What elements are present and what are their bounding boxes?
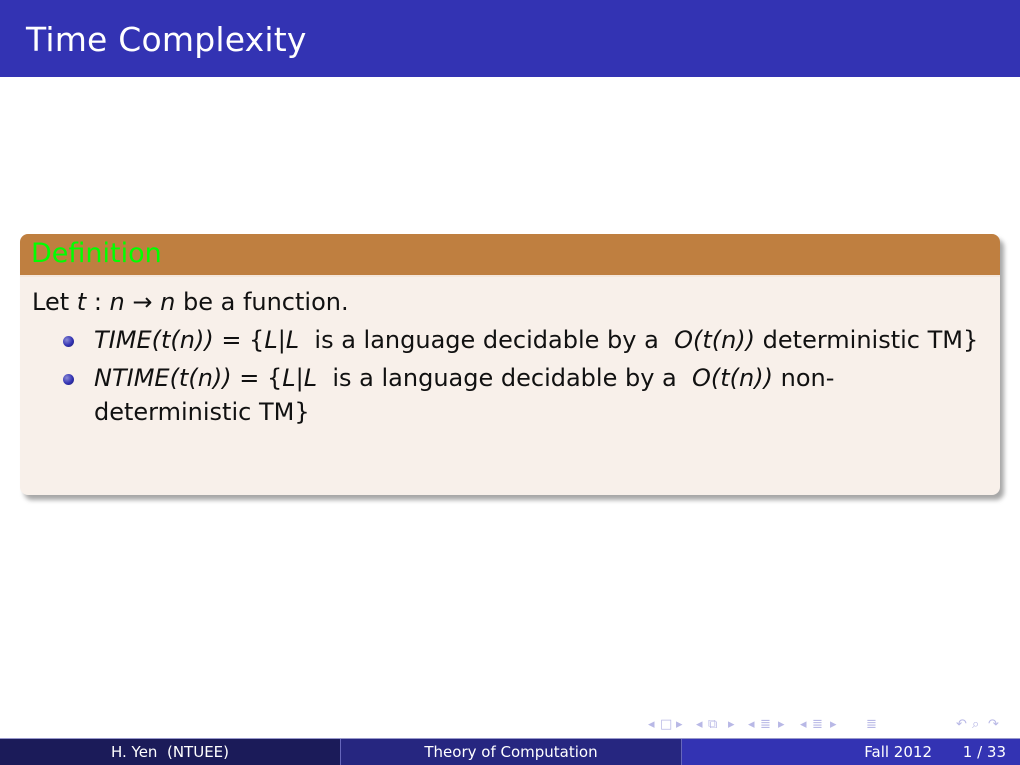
set-variable: L|L xyxy=(264,326,300,354)
footer-date-page-section: Fall 2012 1 / 33 xyxy=(682,739,1020,765)
definition-block-header: Definition xyxy=(20,234,1000,277)
footer-date: Fall 2012 xyxy=(864,743,932,761)
equals-brace: = { xyxy=(231,364,283,392)
frame-icon[interactable]: ⧉ xyxy=(708,717,717,732)
search-icon[interactable]: ⌕ xyxy=(972,717,979,732)
set-description: is a language decidable by a xyxy=(317,364,693,392)
slide-title: Time Complexity xyxy=(26,20,307,59)
slide-icon[interactable]: □ xyxy=(660,717,672,732)
intro-prefix: Let xyxy=(32,288,77,316)
definition-block-body: Let t : n → n be a function. TIME(t(n)) … xyxy=(20,277,1000,429)
intro-var-n: n xyxy=(160,288,176,316)
footer-page-number: 1 / 33 xyxy=(962,743,1006,761)
next-slide-arrow-icon[interactable]: ▸ xyxy=(676,717,683,732)
slide-title-bar: Time Complexity xyxy=(0,0,1020,77)
function-argument: (t(n)) xyxy=(169,364,232,392)
slide-footer: H. Yen (NTUEE) Theory of Computation Fal… xyxy=(0,738,1020,765)
function-argument: (t(n)) xyxy=(151,326,214,354)
section-icon[interactable]: ≣ xyxy=(812,717,823,732)
intro-var-t: t xyxy=(76,288,87,316)
definition-item-ntime: NTIME(t(n)) = {L|L is a language decidab… xyxy=(32,361,988,429)
footer-course: Theory of Computation xyxy=(424,743,598,761)
function-name: NTIME xyxy=(94,364,170,392)
prev-frame-arrow-icon[interactable]: ◂ xyxy=(696,717,703,732)
big-o-bound: O(t(n)) xyxy=(692,364,773,392)
back-icon[interactable]: ↶ xyxy=(956,717,967,732)
definition-intro: Let t : n → n be a function. xyxy=(32,285,988,319)
footer-course-section: Theory of Computation xyxy=(341,739,682,765)
bullet-icon xyxy=(63,336,74,347)
equals-brace: = { xyxy=(213,326,265,354)
function-name: TIME xyxy=(94,326,152,354)
definition-block-title: Definition xyxy=(31,238,162,269)
bullet-icon xyxy=(63,374,74,385)
definition-list: TIME(t(n)) = {L|L is a language decidabl… xyxy=(32,323,988,429)
set-description: is a language decidable by a xyxy=(299,326,675,354)
footer-author-section: H. Yen (NTUEE) xyxy=(0,739,341,765)
machine-type: deterministic TM} xyxy=(755,326,979,354)
footer-author: H. Yen (NTUEE) xyxy=(110,743,229,761)
intro-suffix: be a function. xyxy=(175,288,349,316)
next-section-arrow-icon[interactable]: ▸ xyxy=(830,717,837,732)
definition-block: Definition Let t : n → n be a function. … xyxy=(20,234,1000,495)
set-variable: L|L xyxy=(282,364,318,392)
forward-icon[interactable]: ↷ xyxy=(988,717,999,732)
definition-item-time: TIME(t(n)) = {L|L is a language decidabl… xyxy=(32,323,988,357)
next-frame-arrow-icon[interactable]: ▸ xyxy=(728,717,735,732)
prev-section-arrow-icon[interactable]: ◂ xyxy=(800,717,807,732)
prev-slide-arrow-icon[interactable]: ◂ xyxy=(648,717,655,732)
intro-arrow: → xyxy=(124,288,161,316)
subsection-icon[interactable]: ≣ xyxy=(760,717,771,732)
intro-var-n: n xyxy=(109,288,125,316)
intro-colon: : xyxy=(86,288,110,316)
next-subsection-arrow-icon[interactable]: ▸ xyxy=(778,717,785,732)
prev-subsection-arrow-icon[interactable]: ◂ xyxy=(748,717,755,732)
big-o-bound: O(t(n)) xyxy=(674,326,756,354)
document-icon[interactable]: ≣ xyxy=(866,717,877,732)
